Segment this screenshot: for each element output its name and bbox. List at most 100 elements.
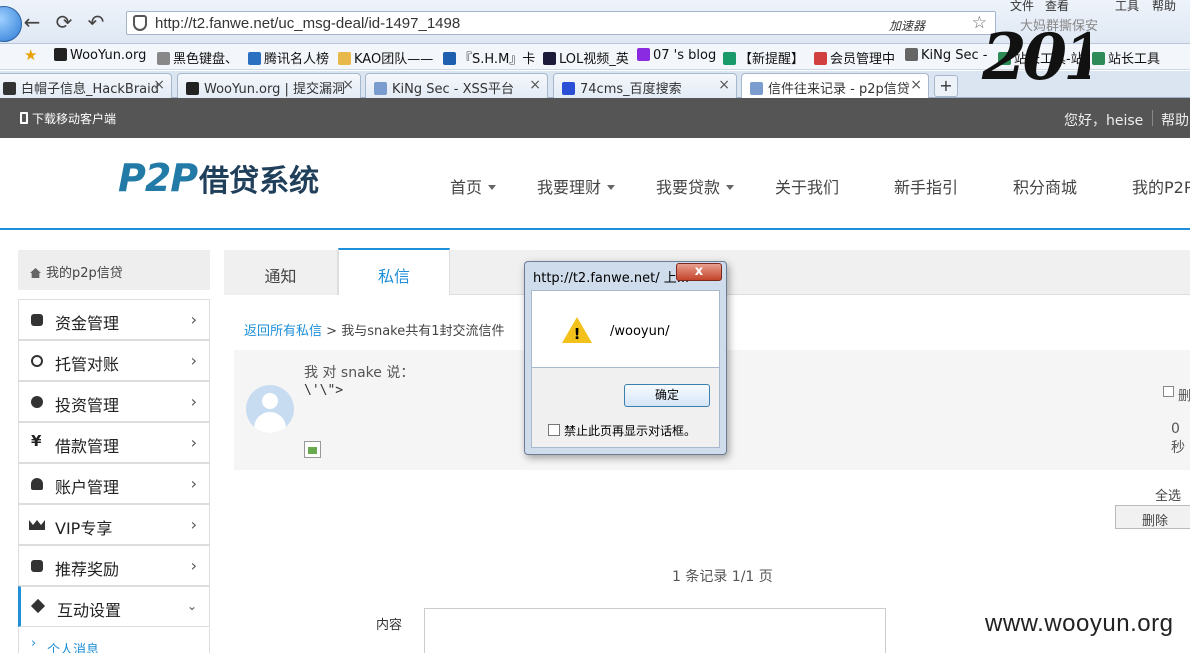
logo-name: 借贷系统: [199, 164, 320, 199]
help-link[interactable]: 帮助: [1161, 110, 1189, 130]
back-icon[interactable]: ←: [20, 10, 44, 34]
menu-file[interactable]: 文件: [1010, 0, 1034, 14]
browser-tab[interactable]: 74cms_百度搜索 ×: [553, 73, 737, 98]
sidebar-home[interactable]: 我的p2p信贷: [18, 250, 210, 290]
bookmark-item[interactable]: 腾讯名人榜: [248, 48, 329, 67]
bookmark-item[interactable]: WooYun.org: [54, 48, 146, 63]
browser-tab[interactable]: 白帽子信息_HackBraid ×: [0, 73, 172, 98]
back-to-messages-link[interactable]: 返回所有私信: [244, 324, 322, 339]
sidebar-item-vip[interactable]: VIP专享 ›: [18, 504, 210, 545]
bookmark-item[interactable]: 黑色键盘、: [157, 48, 238, 67]
bookmark-item[interactable]: 站长工具: [1092, 48, 1160, 67]
phone-icon: [20, 112, 28, 124]
address-bar[interactable]: http://t2.fanwe.net/uc_msg-deal/id-1497_…: [126, 11, 996, 35]
close-icon[interactable]: ×: [529, 77, 541, 93]
menu-view[interactable]: 查看: [1045, 0, 1069, 14]
menu-tools[interactable]: 工具: [1115, 0, 1139, 14]
warning-mark: !: [573, 325, 581, 343]
delete-button[interactable]: 删除: [1115, 505, 1190, 529]
sidebar-item-interaction[interactable]: 互动设置 ⌄: [18, 586, 210, 627]
caret-down-icon: [488, 185, 497, 190]
message-delete-label[interactable]: 删: [1178, 385, 1190, 404]
undo-icon[interactable]: ↶: [84, 10, 108, 34]
tab-label: WooYun.org | 提交漏洞: [204, 82, 346, 97]
dialog-close-button[interactable]: x: [676, 263, 722, 281]
sidebar-subitem-personal-messages[interactable]: › 个人消息: [18, 628, 210, 653]
new-tab-button[interactable]: +: [934, 75, 958, 97]
bookmark-item[interactable]: 站长工具-站: [998, 48, 1084, 67]
close-icon[interactable]: ×: [153, 77, 165, 93]
bookmark-label: 腾讯名人榜: [264, 52, 330, 67]
bookmark-item[interactable]: 会员管理中: [814, 48, 895, 67]
refresh-icon[interactable]: ⟳: [52, 10, 76, 34]
ok-button[interactable]: 确定: [624, 384, 710, 407]
nav-label: 积分商城: [1013, 178, 1078, 197]
site-logo[interactable]: P2P借贷系统: [118, 156, 319, 200]
favorites-star-icon[interactable]: ★: [24, 46, 37, 64]
tab-private-messages[interactable]: 私信: [338, 248, 450, 295]
nav-loan[interactable]: 我要贷款: [656, 174, 735, 198]
browser-tab[interactable]: KiNg Sec - XSS平台 ×: [365, 73, 548, 98]
browser-toolbar: ← ⟳ ↶ http://t2.fanwe.net/uc_msg-deal/id…: [0, 0, 1190, 44]
sidebar-item-custody[interactable]: 托管对账 ›: [18, 340, 210, 381]
suppress-dialogs-checkbox[interactable]: [548, 424, 560, 436]
caret-down-icon: [607, 185, 616, 190]
content-textarea[interactable]: [424, 608, 886, 653]
nav-label: 我要理财: [537, 178, 602, 197]
chevron-right-icon: ›: [190, 556, 197, 575]
nav-invest[interactable]: 我要理财: [537, 174, 616, 198]
url-text[interactable]: http://t2.fanwe.net/uc_msg-deal/id-1497_…: [155, 15, 460, 32]
bookmark-icon: [248, 52, 261, 65]
user-icon: [31, 478, 43, 490]
nav-mall[interactable]: 积分商城: [1013, 174, 1077, 198]
crown-icon: [29, 520, 45, 530]
suppress-dialogs-label[interactable]: 禁止此页再显示对话框。: [564, 422, 696, 439]
menu-help[interactable]: 帮助: [1152, 0, 1176, 14]
breadcrumb: 返回所有私信 > 我与snake共有1封交流信件: [244, 320, 505, 339]
accelerator-label[interactable]: 加速器: [889, 17, 925, 34]
nav-about[interactable]: 关于我们: [775, 174, 839, 198]
bookmarks-bar: ★ WooYun.org 黑色键盘、 腾讯名人榜 KAO团队—— 『S.H.M』…: [0, 44, 1190, 70]
browser-tab-active[interactable]: 信件往来记录 - p2p信贷 ×: [741, 73, 929, 98]
download-app-link[interactable]: 下载移动客户端: [20, 110, 116, 127]
nav-my-p2p[interactable]: 我的P2P: [1132, 174, 1190, 198]
close-icon[interactable]: ×: [342, 77, 354, 93]
breadcrumb-separator: >: [322, 324, 342, 339]
message-checkbox[interactable]: [1163, 386, 1174, 397]
sidebar-item-account[interactable]: 账户管理 ›: [18, 463, 210, 504]
tab-notice[interactable]: 通知: [224, 250, 338, 295]
bookmark-item[interactable]: LOL视频_英: [543, 48, 629, 67]
close-icon[interactable]: ×: [910, 77, 922, 93]
close-icon[interactable]: ×: [718, 77, 730, 93]
nav-home[interactable]: 首页: [450, 174, 497, 198]
bookmark-item[interactable]: KAO团队——: [338, 48, 433, 67]
sidebar-item-funds[interactable]: 资金管理 ›: [18, 299, 210, 340]
browser-tab[interactable]: WooYun.org | 提交漏洞 ×: [177, 73, 361, 98]
select-all-link[interactable]: 全选: [1155, 485, 1181, 504]
browser-logo-icon[interactable]: [0, 6, 22, 42]
sidebar-item-investment[interactable]: 投资管理 ›: [18, 381, 210, 422]
search-hint[interactable]: 大妈群撕保安: [1020, 15, 1098, 34]
sidebar-item-label: 资金管理: [55, 314, 120, 333]
bookmark-item[interactable]: 【新提醒】: [723, 48, 804, 67]
tab-label: 74cms_百度搜索: [580, 82, 682, 97]
sidebar-home-label: 我的p2p信贷: [46, 266, 123, 281]
bookmark-icon: [723, 52, 736, 65]
bookmark-label: LOL视频_英: [559, 52, 629, 67]
bookmark-item[interactable]: 『S.H.M』卡: [443, 48, 535, 67]
caret-down-icon: [726, 185, 735, 190]
chevron-right-icon: ›: [190, 310, 197, 329]
yen-icon: ¥: [31, 432, 42, 450]
nav-guide[interactable]: 新手指引: [894, 174, 958, 198]
dialog-body: ! /wooyun/: [531, 290, 720, 368]
tab-favicon-icon: [374, 82, 387, 95]
sidebar-item-label: 互动设置: [57, 601, 122, 620]
bookmark-item[interactable]: 07 's blog: [637, 48, 716, 63]
user-greeting[interactable]: 您好，heise: [1064, 110, 1143, 130]
star-icon[interactable]: ☆: [972, 13, 987, 33]
sidebar-item-referral[interactable]: 推荐奖励 ›: [18, 545, 210, 586]
bookmark-label: WooYun.org: [70, 48, 147, 63]
sidebar-item-loans[interactable]: ¥ 借款管理 ›: [18, 422, 210, 463]
sidebar-item-label: 托管对账: [55, 355, 120, 374]
bookmark-item[interactable]: KiNg Sec -: [905, 48, 987, 63]
